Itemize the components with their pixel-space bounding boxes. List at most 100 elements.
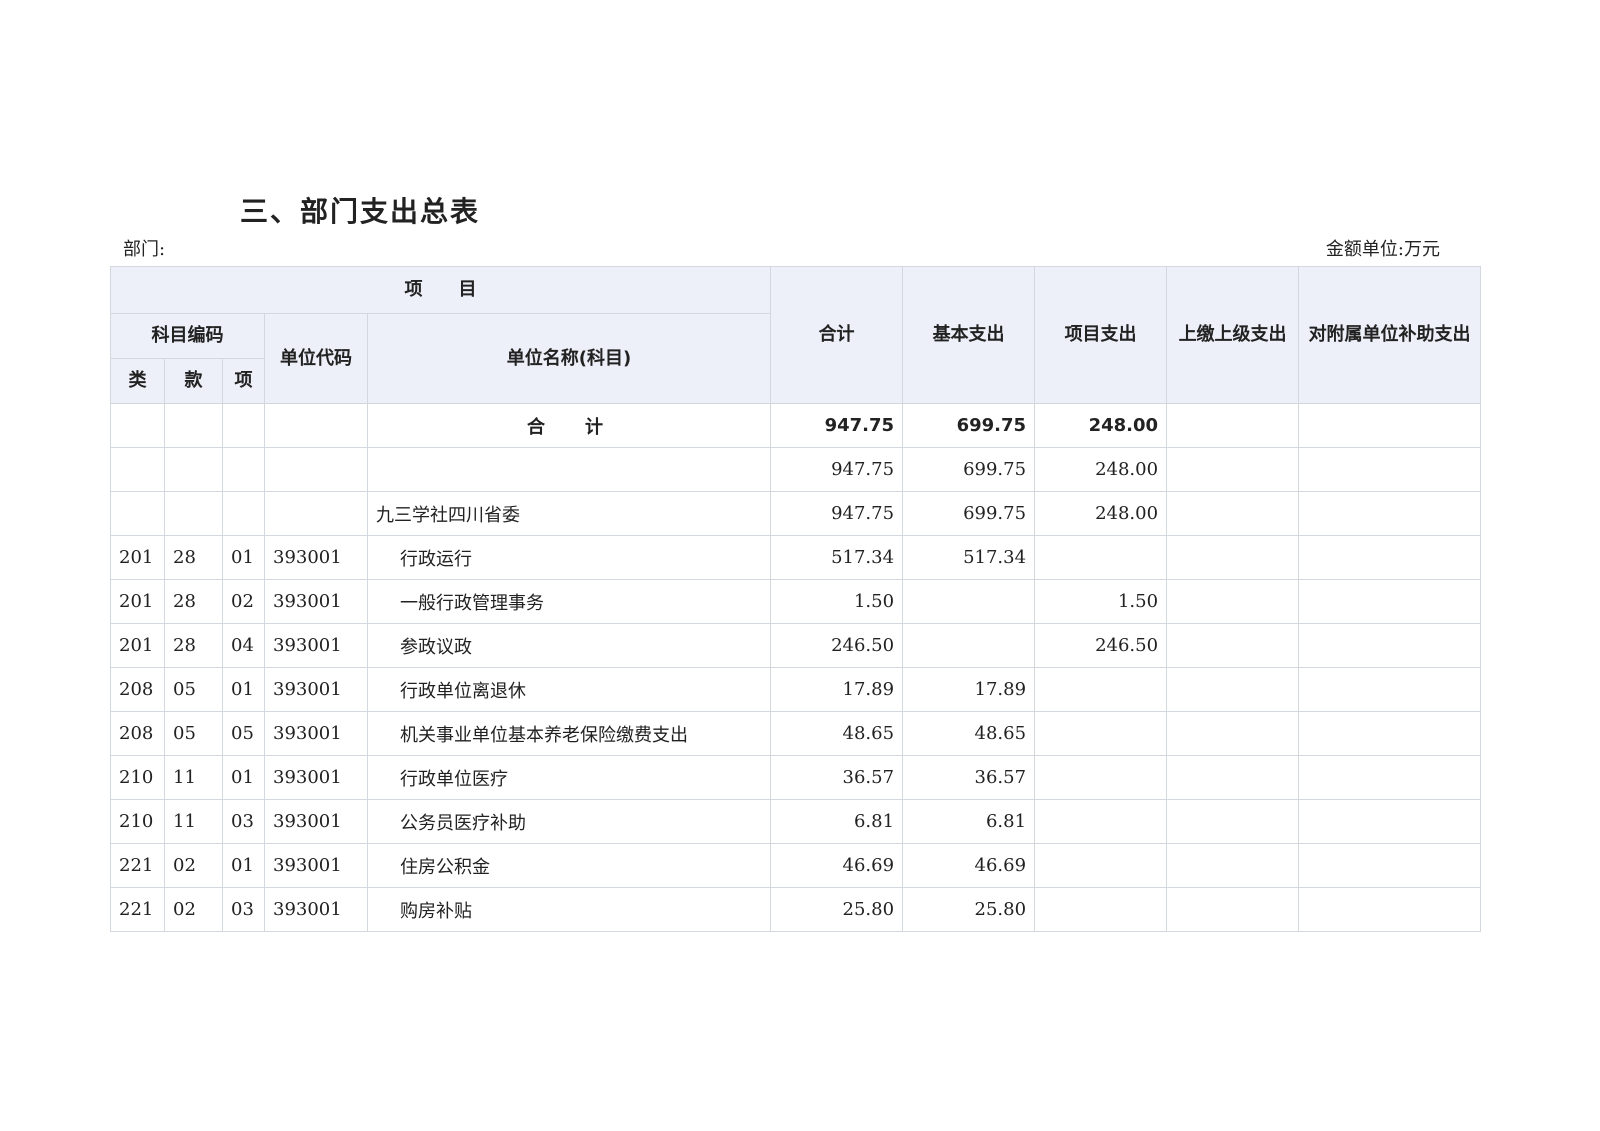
header-basic: 基本支出	[902, 266, 1036, 404]
cell-lei	[110, 491, 165, 536]
cell-xiang	[222, 403, 265, 448]
cell-unit-name: 九三学社四川省委	[366, 491, 772, 536]
cell-basic: 699.75	[902, 491, 1036, 536]
cell-upper	[1166, 579, 1300, 624]
cell-basic: 6.81	[902, 799, 1036, 844]
table-row: 合计 947.75 699.75 248.00	[110, 403, 1482, 448]
cell-unit-name: 参政议政	[366, 623, 772, 668]
cell-unit-name	[366, 447, 772, 492]
cell-xiang: 01	[222, 535, 265, 580]
cell-basic: 25.80	[902, 887, 1036, 932]
header-upper-payment: 上缴上级支出	[1166, 266, 1300, 404]
cell-unit-code: 393001	[264, 887, 368, 932]
table-row: 210 11 03 393001 公务员医疗补助 6.81 6.81	[110, 799, 1482, 844]
cell-kuan: 05	[164, 711, 223, 756]
cell-lei: 210	[110, 755, 165, 800]
cell-project	[1034, 799, 1168, 844]
cell-unit-name: 合计	[366, 403, 772, 448]
department-label: 部门:	[123, 239, 166, 260]
cell-xiang: 05	[222, 711, 265, 756]
cell-upper	[1166, 799, 1300, 844]
cell-subsidiary	[1298, 403, 1482, 448]
header-lei: 类	[110, 358, 165, 404]
cell-upper	[1166, 667, 1300, 712]
table-row: 210 11 01 393001 行政单位医疗 36.57 36.57	[110, 755, 1482, 800]
cell-project: 248.00	[1034, 491, 1168, 536]
cell-kuan: 11	[164, 755, 223, 800]
table-row: 221 02 01 393001 住房公积金 46.69 46.69	[110, 843, 1482, 888]
cell-total: 17.89	[770, 667, 904, 712]
table-row: 208 05 05 393001 机关事业单位基本养老保险缴费支出 48.65 48.65	[110, 711, 1482, 756]
cell-xiang: 01	[222, 843, 265, 888]
cell-subsidiary	[1298, 447, 1482, 492]
cell-xiang	[222, 491, 265, 536]
cell-project	[1034, 755, 1168, 800]
cell-total: 6.81	[770, 799, 904, 844]
cell-total: 947.75	[770, 491, 904, 536]
cell-unit-code: 393001	[264, 579, 368, 624]
cell-upper	[1166, 711, 1300, 756]
cell-unit-name: 一般行政管理事务	[366, 579, 772, 624]
table-row: 221 02 03 393001 购房补贴 25.80 25.80	[110, 887, 1482, 932]
cell-unit-code: 393001	[264, 755, 368, 800]
cell-lei: 221	[110, 843, 165, 888]
table-row: 947.75 699.75 248.00	[110, 447, 1482, 492]
cell-upper	[1166, 491, 1300, 536]
cell-unit-name: 公务员医疗补助	[366, 799, 772, 844]
header-unit-code: 单位代码	[264, 313, 368, 404]
header-kuan: 款	[164, 358, 223, 404]
cell-basic: 699.75	[902, 447, 1036, 492]
cell-xiang: 02	[222, 579, 265, 624]
cell-upper	[1166, 887, 1300, 932]
cell-basic: 48.65	[902, 711, 1036, 756]
cell-subsidiary	[1298, 535, 1482, 580]
cell-total: 517.34	[770, 535, 904, 580]
cell-subsidiary	[1298, 799, 1482, 844]
expenditure-table: 项 目 合计 基本支出 项目支出 上缴上级支出 对附属单位补助支出 科目编码 单…	[109, 266, 1482, 932]
cell-lei: 201	[110, 623, 165, 668]
cell-kuan: 05	[164, 667, 223, 712]
cell-subsidiary	[1298, 711, 1482, 756]
cell-unit-name: 住房公积金	[366, 843, 772, 888]
cell-unit-code: 393001	[264, 667, 368, 712]
cell-kuan: 28	[164, 535, 223, 580]
cell-upper	[1166, 843, 1300, 888]
cell-basic	[902, 623, 1036, 668]
table-row: 201 28 02 393001 一般行政管理事务 1.50 1.50	[110, 579, 1482, 624]
cell-kuan: 28	[164, 579, 223, 624]
cell-unit-code: 393001	[264, 623, 368, 668]
cell-lei: 210	[110, 799, 165, 844]
cell-lei: 208	[110, 667, 165, 712]
cell-project: 1.50	[1034, 579, 1168, 624]
cell-basic: 46.69	[902, 843, 1036, 888]
header-subsidiary: 对附属单位补助支出	[1298, 266, 1482, 404]
cell-kuan: 11	[164, 799, 223, 844]
cell-unit-code	[264, 403, 368, 448]
cell-unit-name: 行政单位离退休	[366, 667, 772, 712]
cell-xiang: 04	[222, 623, 265, 668]
cell-total: 246.50	[770, 623, 904, 668]
cell-project	[1034, 711, 1168, 756]
cell-subsidiary	[1298, 623, 1482, 668]
table-row: 九三学社四川省委 947.75 699.75 248.00	[110, 491, 1482, 536]
cell-lei: 201	[110, 579, 165, 624]
header-xiang: 项	[222, 358, 265, 404]
header-total: 合计	[770, 266, 904, 404]
cell-xiang: 01	[222, 755, 265, 800]
cell-upper	[1166, 755, 1300, 800]
cell-kuan: 28	[164, 623, 223, 668]
cell-basic: 17.89	[902, 667, 1036, 712]
cell-total: 947.75	[770, 447, 904, 492]
table-row: 201 28 01 393001 行政运行 517.34 517.34	[110, 535, 1482, 580]
cell-xiang: 03	[222, 887, 265, 932]
cell-unit-code: 393001	[264, 711, 368, 756]
cell-lei	[110, 403, 165, 448]
cell-subsidiary	[1298, 843, 1482, 888]
cell-kuan: 02	[164, 843, 223, 888]
cell-unit-name: 购房补贴	[366, 887, 772, 932]
cell-upper	[1166, 403, 1300, 448]
cell-xiang: 01	[222, 667, 265, 712]
cell-lei: 221	[110, 887, 165, 932]
cell-unit-name: 行政单位医疗	[366, 755, 772, 800]
cell-total: 46.69	[770, 843, 904, 888]
